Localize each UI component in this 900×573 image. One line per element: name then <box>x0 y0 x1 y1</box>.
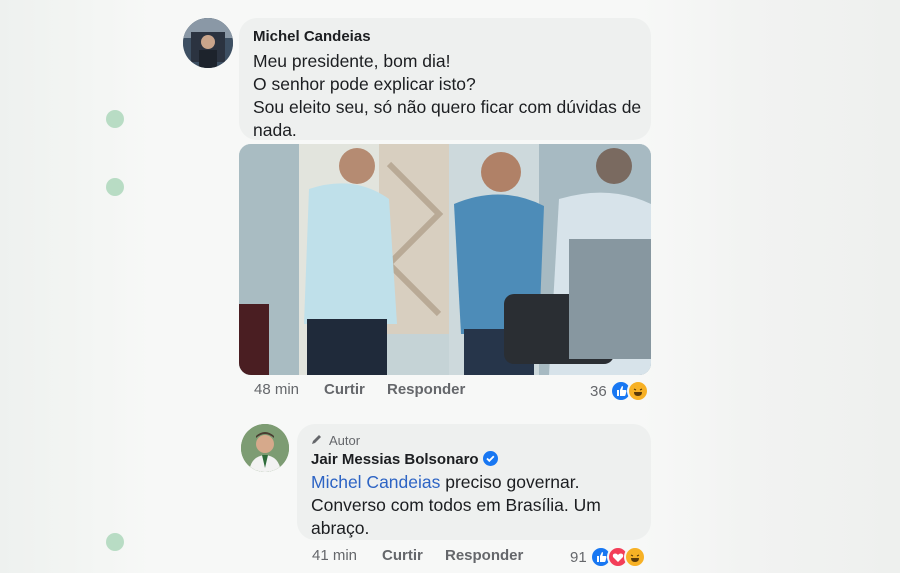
comment-timestamp[interactable]: 41 min <box>312 547 357 564</box>
reply-button[interactable]: Responder <box>445 547 523 564</box>
comment-meta: 48 min <box>254 381 299 398</box>
avatar[interactable] <box>183 18 233 68</box>
photo-image <box>239 144 651 375</box>
comment-timestamp[interactable]: 48 min <box>254 381 299 398</box>
comment-line: Michel Candeias preciso governar. <box>311 471 647 494</box>
profile-photo-icon <box>241 424 289 472</box>
ghost-indicator <box>106 110 124 128</box>
reaction-count: 91 <box>570 548 587 566</box>
avatar[interactable] <box>241 424 289 472</box>
mention-link[interactable]: Michel Candeias <box>311 472 440 492</box>
comment-text: Meu presidente, bom dia! O senhor pode e… <box>253 50 647 142</box>
author-badge-label: Autor <box>329 433 361 448</box>
reaction-summary[interactable]: 36 <box>590 380 649 402</box>
profile-photo-icon <box>183 18 233 68</box>
comment-photo[interactable] <box>239 144 651 375</box>
comment-bubble: Autor Jair Messias Bolsonaro Michel Cand… <box>297 424 651 540</box>
comment-line: Meu presidente, bom dia! <box>253 51 451 71</box>
comment-line: abraço. <box>311 518 370 538</box>
comment-line: Converso com todos em Brasília. Um <box>311 495 601 515</box>
pencil-icon <box>311 433 323 448</box>
haha-icon <box>626 380 649 402</box>
comment-author[interactable]: Jair Messias Bolsonaro <box>311 451 479 468</box>
comment-line: O senhor pode explicar isto? <box>253 74 476 94</box>
comment-line: nada. <box>253 120 297 140</box>
reaction-summary[interactable]: 91 <box>570 546 646 568</box>
comment-author-row: Jair Messias Bolsonaro <box>311 451 498 468</box>
like-button[interactable]: Curtir <box>324 381 365 398</box>
comment-line-text: preciso governar. <box>440 472 580 492</box>
reaction-count: 36 <box>590 382 607 400</box>
haha-icon <box>623 546 646 568</box>
comment-meta: 41 min <box>312 547 357 564</box>
author-badge: Autor <box>311 433 360 448</box>
background-right-panel <box>640 0 900 573</box>
like-button[interactable]: Curtir <box>382 547 423 564</box>
comment-text: Michel Candeias preciso governar. Conver… <box>311 471 647 540</box>
comment-line: Sou eleito seu, só não quero ficar com d… <box>253 97 642 117</box>
reply-button[interactable]: Responder <box>387 381 465 398</box>
comment-bubble: Michel Candeias Meu presidente, bom dia!… <box>239 18 651 140</box>
ghost-indicator <box>106 533 124 551</box>
comment-author[interactable]: Michel Candeias <box>253 28 371 45</box>
background-left-panel <box>0 0 150 573</box>
ghost-indicator <box>106 178 124 196</box>
verified-badge-icon <box>482 451 498 466</box>
